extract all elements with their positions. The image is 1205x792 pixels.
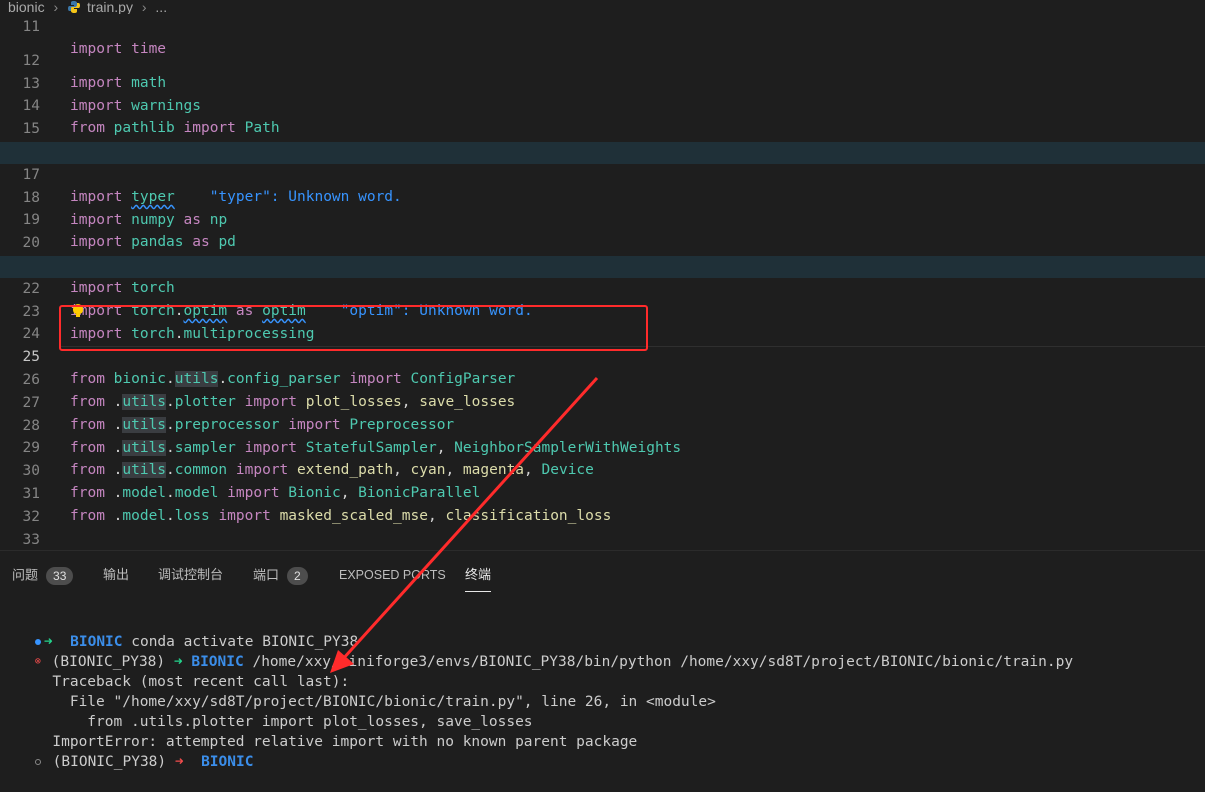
- tab-problems[interactable]: 问题 33: [12, 567, 74, 585]
- ports-count-badge: 2: [287, 567, 308, 585]
- code-editor[interactable]: 11 import time 12 import math 13 import …: [0, 0, 1205, 550]
- tab-ports[interactable]: 端口 2: [253, 567, 308, 585]
- code-line-17: 17 import typer "typer": Unknown word.: [0, 142, 1205, 205]
- code-line-15: 15 from typing import Union, List, Optio…: [22, 121, 420, 159]
- code-line-34: 34 class Trainer:: [0, 529, 1205, 550]
- code-line-27: 27 from .utils.preprocessor import Prepr…: [22, 395, 455, 433]
- code-line-19: 19 import pandas as pd: [22, 212, 236, 250]
- tab-output[interactable]: 输出: [103, 567, 129, 583]
- code-line-14: 14 from pathlib import Path: [22, 98, 280, 136]
- code-line-33: 33: [22, 532, 40, 548]
- code-line-30: 30 from .model.model import Bionic, Bion…: [22, 463, 481, 501]
- tab-terminal[interactable]: 终端: [465, 567, 492, 592]
- code-line-28: 28 from .utils.sampler import StatefulSa…: [22, 418, 682, 456]
- code-line-29: 29 from .utils.common import extend_path…: [22, 440, 594, 478]
- code-line-18: 18 import numpy as np: [22, 190, 228, 228]
- breadcrumb: bionic › train.py › ...: [0, 0, 1205, 14]
- chevron-right-icon: ›: [141, 0, 147, 14]
- panel-tabs: 问题 33 输出 调试控制台 端口 2 EXPOSED PORTS 终端: [0, 551, 1205, 592]
- chevron-right-icon: ›: [53, 0, 59, 14]
- code-line-31: 31 from .model.loss import masked_scaled…: [22, 486, 612, 524]
- terminal-line: Traceback (most recent call last):: [52, 674, 350, 690]
- terminal-line: (BIONIC_PY38) ➜ BIONIC: [0, 732, 1205, 770]
- terminal-line: ImportError: attempted relative import w…: [52, 734, 638, 750]
- code-line-22: 22 import torch.optim as optim "optim": …: [0, 256, 1205, 319]
- breadcrumb-symbols[interactable]: ...: [155, 0, 167, 14]
- tab-debug-console[interactable]: 调试控制台: [158, 567, 223, 583]
- annotation-highlight-box: [59, 305, 648, 351]
- code-line-21: 21 import torch: [23, 258, 175, 296]
- code-line-13: 13 import warnings: [22, 76, 201, 114]
- breadcrumb-folder[interactable]: bionic: [8, 0, 45, 14]
- code-line-16: 16: [0, 119, 1205, 160]
- terminal-line: from .utils.plotter import plot_losses, …: [52, 714, 533, 730]
- python-file-icon: [68, 1, 81, 13]
- breadcrumb-file[interactable]: train.py: [67, 0, 133, 14]
- terminal-line: ➜ BIONIC conda activate BIONIC_PY38: [0, 612, 1205, 650]
- bottom-panel: 问题 33 输出 调试控制台 端口 2 EXPOSED PORTS 终端 ➜ BIO…: [0, 550, 1205, 770]
- terminal-line: File "/home/xxy/sd8T/project/BIONIC/bion…: [52, 694, 716, 710]
- code-line-20: 20: [22, 235, 40, 251]
- code-line-32: 32: [22, 509, 40, 525]
- code-line-12: 12 import math: [22, 53, 167, 91]
- terminal-line: ⊗ (BIONIC_PY38) ➜ BIONIC /home/xxy/minif…: [34, 654, 1074, 670]
- tab-exposed-ports[interactable]: EXPOSED PORTS: [339, 567, 446, 583]
- problems-count-badge: 33: [46, 567, 74, 585]
- code-line-23: 23 import torch.multiprocessing: [22, 304, 315, 342]
